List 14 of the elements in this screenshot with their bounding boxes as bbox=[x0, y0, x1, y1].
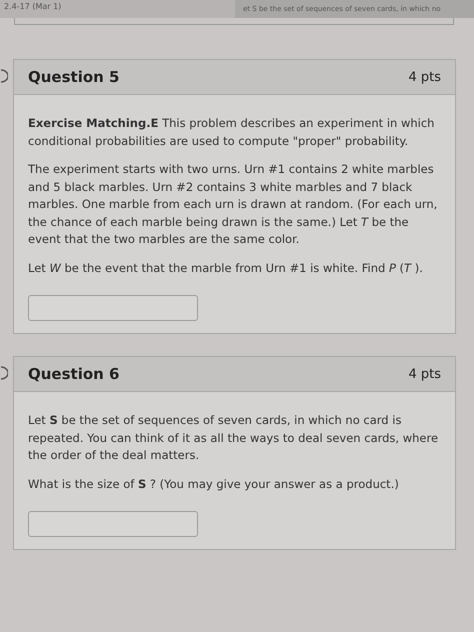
points-label: 4 pts bbox=[408, 70, 441, 84]
question-text: Let W be the event that the marble from Urn #1 is white. Find P (T ). bbox=[28, 260, 424, 276]
question-text: Exercise Matching.E This problem describes an experiment in which conditional probabilities are used to compute "proper" probability. bbox=[28, 115, 436, 150]
flag-icon[interactable] bbox=[0, 69, 8, 83]
answer-field[interactable] bbox=[28, 511, 198, 537]
points-label: 4 pts bbox=[408, 366, 441, 382]
question-text: The experiment starts with two urns. Urn #1 contains 2 white marbles and 5 black marbles. Urn #2 contains 3 white marbles and 7 black marbles. One marble from each urn is drawn at random. (For each urn, the chance of each marble being drawn is the same.) Let T be the event that the two marbles are the same color. bbox=[28, 161, 438, 248]
breadcrumb-text: 2.4-17 (Mar 1) bbox=[0, 0, 235, 18]
answer-field[interactable] bbox=[28, 295, 198, 321]
question-title: Question 6 bbox=[28, 365, 120, 383]
question-text: What is the size of S ? (You may give your answer as a product.) bbox=[28, 476, 400, 492]
question-title: Question 5 bbox=[28, 68, 120, 86]
question-text: Let S be the set of sequences of seven cards, in which no card is repeated. You can think of it as all the ways to deal seven cards, where the order of the deal matters. bbox=[28, 412, 440, 464]
flag-icon[interactable] bbox=[0, 366, 8, 380]
